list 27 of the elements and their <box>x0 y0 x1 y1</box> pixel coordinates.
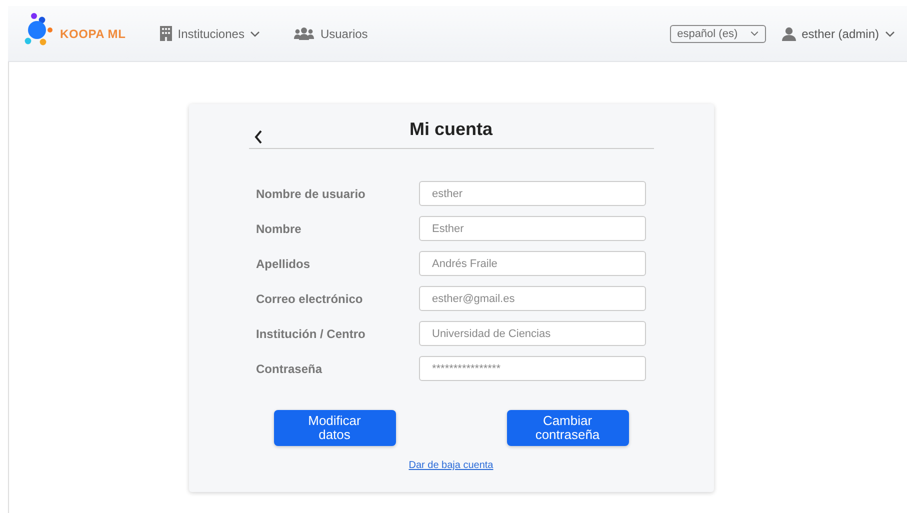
input-field[interactable]: Esther <box>419 216 646 241</box>
field-label: Nombre de usuario <box>256 186 366 200</box>
delete-account-link[interactable]: Dar de baja cuenta <box>408 460 494 471</box>
nav-link[interactable]: Instituciones <box>160 26 260 41</box>
caret-icon <box>885 30 895 36</box>
caret-icon <box>750 31 759 36</box>
user-menu[interactable]: esther (admin) <box>782 26 895 40</box>
nav-link[interactable]: Usuarios <box>294 26 368 40</box>
caret-icon <box>250 30 260 36</box>
users-icon <box>294 27 314 40</box>
input-field[interactable]: Andrés Fraile <box>419 251 646 276</box>
building-icon <box>160 26 172 41</box>
field-label: Correo electrónico <box>256 292 363 306</box>
action-button[interactable]: Cambiar contraseña <box>506 410 628 446</box>
page-title: Mi cuenta <box>409 118 492 141</box>
back-icon[interactable] <box>254 130 262 144</box>
language-select[interactable]: español (es) <box>670 24 766 42</box>
field-label: Institución / Centro <box>256 326 366 340</box>
input-field[interactable]: esther@gmail.es <box>419 286 646 311</box>
input-field[interactable]: **************** <box>419 356 646 381</box>
field-label: Nombre <box>256 222 302 236</box>
input-field[interactable]: Universidad de Ciencias <box>419 321 646 346</box>
field-label: Apellidos <box>256 256 310 270</box>
field-label: Contraseña <box>256 362 322 376</box>
user-icon <box>782 26 796 40</box>
input-field[interactable]: esther <box>419 181 646 206</box>
action-button[interactable]: Modificar datos <box>274 410 396 446</box>
